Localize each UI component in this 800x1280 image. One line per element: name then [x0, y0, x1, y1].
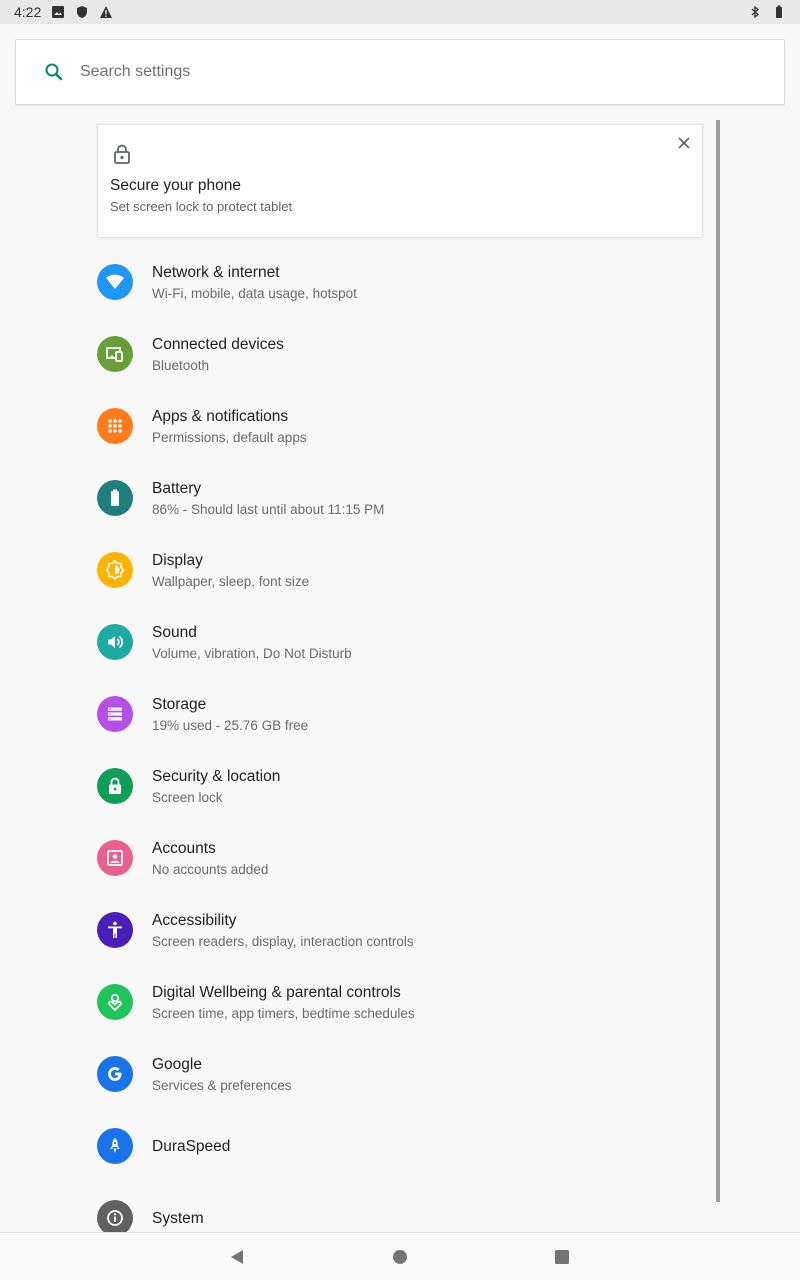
suggestion-card[interactable]: Secure your phone Set screen lock to pro…	[97, 124, 703, 238]
info-icon	[97, 1200, 133, 1232]
settings-item-connected-devices[interactable]: Connected devices Bluetooth	[0, 318, 716, 390]
settings-item-digital-wellbeing[interactable]: Digital Wellbeing & parental controls Sc…	[0, 966, 716, 1038]
brightness-icon	[97, 552, 133, 588]
settings-item-security[interactable]: Security & location Screen lock	[0, 750, 716, 822]
bluetooth-icon	[748, 5, 762, 19]
item-summary: 86% - Should last until about 11:15 PM	[152, 502, 385, 517]
settings-item-battery[interactable]: Battery 86% - Should last until about 11…	[0, 462, 716, 534]
shield-icon	[75, 5, 89, 19]
search-box[interactable]	[15, 39, 785, 105]
rocket-icon	[97, 1128, 133, 1164]
item-title: Storage	[152, 696, 207, 713]
search-bar-area	[0, 24, 800, 120]
close-icon[interactable]	[676, 135, 692, 151]
settings-list: Network & internet Wi‑Fi, mobile, data u…	[0, 246, 716, 1232]
storage-icon	[97, 696, 133, 732]
volume-icon	[97, 624, 133, 660]
scrollbar[interactable]	[716, 120, 720, 1202]
item-summary: Bluetooth	[152, 358, 210, 373]
search-input[interactable]	[80, 63, 680, 81]
accessibility-icon	[97, 912, 133, 948]
item-title: DuraSpeed	[152, 1138, 231, 1155]
home-icon[interactable]	[390, 1247, 410, 1267]
item-summary: Permissions, default apps	[152, 430, 307, 445]
suggestion-summary: Set screen lock to protect tablet	[110, 199, 293, 214]
settings-item-network[interactable]: Network & internet Wi‑Fi, mobile, data u…	[0, 246, 716, 318]
settings-item-google[interactable]: Google Services & preferences	[0, 1038, 716, 1110]
suggestion-title: Secure your phone	[110, 177, 241, 194]
wifi-icon	[97, 264, 133, 300]
item-title: Display	[152, 552, 203, 569]
settings-item-storage[interactable]: Storage 19% used - 25.76 GB free	[0, 678, 716, 750]
item-title: Apps & notifications	[152, 408, 289, 425]
settings-item-accessibility[interactable]: Accessibility Screen readers, display, i…	[0, 894, 716, 966]
item-title: Battery	[152, 480, 202, 497]
settings-item-sound[interactable]: Sound Volume, vibration, Do Not Disturb	[0, 606, 716, 678]
item-title: System	[152, 1210, 204, 1227]
item-title: Google	[152, 1056, 202, 1073]
lock-icon	[97, 768, 133, 804]
item-title: Accounts	[152, 840, 216, 857]
battery-icon	[772, 5, 786, 19]
item-summary: Screen readers, display, interaction con…	[152, 934, 414, 949]
recents-icon[interactable]	[552, 1247, 572, 1267]
item-summary: Wallpaper, sleep, font size	[152, 574, 310, 589]
wellbeing-icon	[97, 984, 133, 1020]
item-title: Digital Wellbeing & parental controls	[152, 984, 401, 1001]
image-icon	[51, 5, 65, 19]
navigation-bar	[0, 1232, 800, 1280]
account-icon	[97, 840, 133, 876]
item-title: Security & location	[152, 768, 281, 785]
devices-icon	[97, 336, 133, 372]
item-title: Network & internet	[152, 264, 280, 281]
settings-list-container[interactable]: Secure your phone Set screen lock to pro…	[0, 120, 800, 1232]
settings-item-system[interactable]: System	[0, 1182, 716, 1232]
back-icon[interactable]	[228, 1247, 248, 1267]
battery-icon	[97, 480, 133, 516]
google-icon	[97, 1056, 133, 1092]
item-summary: Volume, vibration, Do Not Disturb	[152, 646, 352, 661]
warning-icon	[99, 5, 113, 19]
status-time: 4:22	[14, 4, 42, 20]
item-summary: 19% used - 25.76 GB free	[152, 718, 309, 733]
lock-icon	[114, 144, 130, 164]
settings-item-accounts[interactable]: Accounts No accounts added	[0, 822, 716, 894]
settings-item-display[interactable]: Display Wallpaper, sleep, font size	[0, 534, 716, 606]
item-summary: Wi‑Fi, mobile, data usage, hotspot	[152, 286, 357, 301]
settings-item-apps[interactable]: Apps & notifications Permissions, defaul…	[0, 390, 716, 462]
settings-item-duraspeed[interactable]: DuraSpeed	[0, 1110, 716, 1182]
search-icon	[45, 63, 63, 81]
apps-icon	[97, 408, 133, 444]
item-title: Connected devices	[152, 336, 284, 353]
item-summary: Screen time, app timers, bedtime schedul…	[152, 1006, 415, 1021]
item-title: Sound	[152, 624, 197, 641]
item-summary: Screen lock	[152, 790, 223, 805]
item-summary: No accounts added	[152, 862, 269, 877]
item-summary: Services & preferences	[152, 1078, 292, 1093]
item-title: Accessibility	[152, 912, 237, 929]
status-bar: 4:22	[0, 0, 800, 24]
